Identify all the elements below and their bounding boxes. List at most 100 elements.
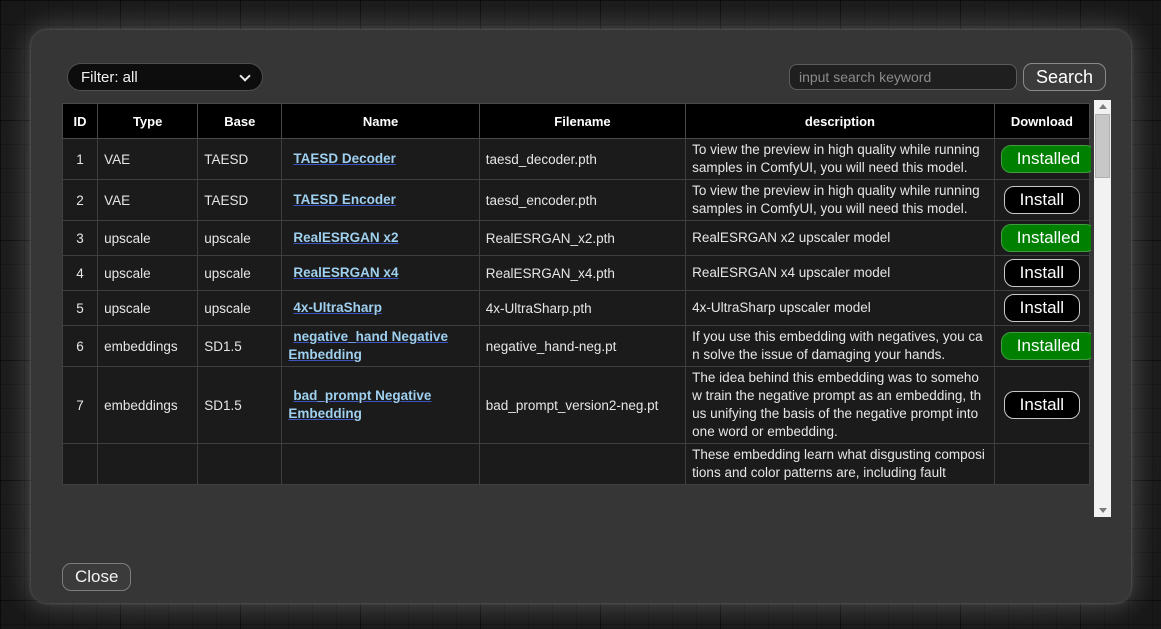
model-name-link[interactable]: TAESD Encoder <box>293 192 396 207</box>
header-filename: Filename <box>479 104 685 139</box>
model-name-link[interactable]: TAESD Decoder <box>293 151 396 166</box>
cell-base: upscale <box>198 256 282 291</box>
cell-download: Install <box>994 180 1089 221</box>
header-download: Download <box>994 104 1089 139</box>
cell-description: To view the preview in high quality whil… <box>686 180 995 221</box>
cell-download <box>994 444 1089 485</box>
cell-filename: 4x-UltraSharp.pth <box>479 291 685 326</box>
search-button[interactable]: Search <box>1023 63 1106 91</box>
cell-name: 4x-UltraSharp <box>282 291 479 326</box>
install-button[interactable]: Install <box>1004 294 1080 322</box>
model-name-link[interactable]: bad_prompt Negative Embedding <box>288 388 431 421</box>
model-table-viewport: ID Type Base Name Filename description D… <box>62 103 1091 500</box>
table-row: 6embeddingsSD1.5negative_hand Negative E… <box>63 326 1090 367</box>
table-scrollbar[interactable] <box>1094 100 1111 517</box>
install-button[interactable]: Install <box>1004 186 1080 214</box>
cell-base: SD1.5 <box>198 367 282 444</box>
cell-description: 4x-UltraSharp upscaler model <box>686 291 995 326</box>
cell-description: To view the preview in high quality whil… <box>686 139 995 180</box>
scrollbar-thumb[interactable] <box>1095 114 1110 178</box>
filter-dropdown[interactable]: Filter: all <box>67 63 263 91</box>
cell-id: 5 <box>63 291 98 326</box>
install-button[interactable]: Install <box>1004 391 1080 419</box>
cell-type: VAE <box>98 139 198 180</box>
cell-base: SD1.5 <box>198 326 282 367</box>
cell-type: upscale <box>98 221 198 256</box>
table-row: 7embeddingsSD1.5bad_prompt Negative Embe… <box>63 367 1090 444</box>
install-button[interactable]: Install <box>1004 259 1080 287</box>
cell-name: bad_prompt Negative Embedding <box>282 367 479 444</box>
model-table: ID Type Base Name Filename description D… <box>62 103 1090 485</box>
cell-type: VAE <box>98 180 198 221</box>
cell-base: TAESD <box>198 139 282 180</box>
table-row: 3upscaleupscaleRealESRGAN x2RealESRGAN_x… <box>63 221 1090 256</box>
cell-description: The idea behind this embedding was to so… <box>686 367 995 444</box>
cell-filename: bad_prompt_version2-neg.pt <box>479 367 685 444</box>
cell-download: Installed <box>994 221 1089 256</box>
cell-name: TAESD Decoder <box>282 139 479 180</box>
cell-name: TAESD Encoder <box>282 180 479 221</box>
model-name-link[interactable]: RealESRGAN x2 <box>293 230 398 245</box>
header-description: description <box>686 104 995 139</box>
cell-type: upscale <box>98 256 198 291</box>
cell-type <box>98 444 198 485</box>
installed-button[interactable]: Installed <box>1001 224 1091 252</box>
cell-base: upscale <box>198 221 282 256</box>
install-models-dialog: Filter: all Search ID Type Base Name Fil… <box>31 30 1131 603</box>
cell-download: Install <box>994 256 1089 291</box>
cell-download: Install <box>994 291 1089 326</box>
cell-filename: taesd_encoder.pth <box>479 180 685 221</box>
cell-name: RealESRGAN x4 <box>282 256 479 291</box>
cell-id: 7 <box>63 367 98 444</box>
filter-dropdown-wrap: Filter: all <box>67 63 263 91</box>
header-base: Base <box>198 104 282 139</box>
cell-id: 2 <box>63 180 98 221</box>
cell-filename: taesd_decoder.pth <box>479 139 685 180</box>
cell-description: If you use this embedding with negatives… <box>686 326 995 367</box>
installed-button[interactable]: Installed <box>1001 145 1091 173</box>
cell-type: upscale <box>98 291 198 326</box>
cell-type: embeddings <box>98 326 198 367</box>
scroll-down-arrow-icon[interactable] <box>1094 503 1111 517</box>
model-table-header: ID Type Base Name Filename description D… <box>63 104 1090 139</box>
cell-filename: RealESRGAN_x4.pth <box>479 256 685 291</box>
cell-id: 1 <box>63 139 98 180</box>
cell-filename: RealESRGAN_x2.pth <box>479 221 685 256</box>
cell-base: TAESD <box>198 180 282 221</box>
header-id: ID <box>63 104 98 139</box>
cell-filename: negative_hand-neg.pt <box>479 326 685 367</box>
model-name-link[interactable]: negative_hand Negative Embedding <box>288 329 448 362</box>
cell-download: Installed <box>994 326 1089 367</box>
cell-description: These embedding learn what disgusting co… <box>686 444 995 485</box>
table-row: 1VAETAESD TAESD Decoder taesd_decoder.pthT… <box>63 139 1090 180</box>
header-type: Type <box>98 104 198 139</box>
cell-type: embeddings <box>98 367 198 444</box>
cell-filename <box>479 444 685 485</box>
cell-base <box>198 444 282 485</box>
cell-name: negative_hand Negative Embedding <box>282 326 479 367</box>
close-button[interactable]: Close <box>62 563 131 591</box>
search-area: Search <box>789 63 1106 91</box>
cell-base: upscale <box>198 291 282 326</box>
table-row: These embedding learn what disgusting co… <box>63 444 1090 485</box>
table-row: 2VAETAESD TAESD Encoder taesd_encoder.pthT… <box>63 180 1090 221</box>
cell-name: RealESRGAN x2 <box>282 221 479 256</box>
installed-button[interactable]: Installed <box>1001 332 1091 360</box>
cell-id: 6 <box>63 326 98 367</box>
cell-id: 3 <box>63 221 98 256</box>
cell-download: Install <box>994 367 1089 444</box>
cell-id <box>63 444 98 485</box>
header-name: Name <box>282 104 479 139</box>
scroll-up-arrow-icon[interactable] <box>1094 100 1111 114</box>
model-name-link[interactable]: RealESRGAN x4 <box>293 265 398 280</box>
table-row: 5upscaleupscale4x-UltraSharp4x-UltraShar… <box>63 291 1090 326</box>
model-table-body: 1VAETAESDTAESD Decodertaesd_decoder.pthT… <box>63 139 1090 485</box>
model-name-link[interactable]: 4x-UltraSharp <box>293 300 382 315</box>
cell-download: Installed <box>994 139 1089 180</box>
cell-description: RealESRGAN x2 upscaler model <box>686 221 995 256</box>
table-row: 4upscaleupscaleRealESRGAN x4RealESRGAN_x… <box>63 256 1090 291</box>
cell-description: RealESRGAN x4 upscaler model <box>686 256 995 291</box>
search-input[interactable] <box>789 64 1017 90</box>
cell-id: 4 <box>63 256 98 291</box>
cell-name <box>282 444 479 485</box>
